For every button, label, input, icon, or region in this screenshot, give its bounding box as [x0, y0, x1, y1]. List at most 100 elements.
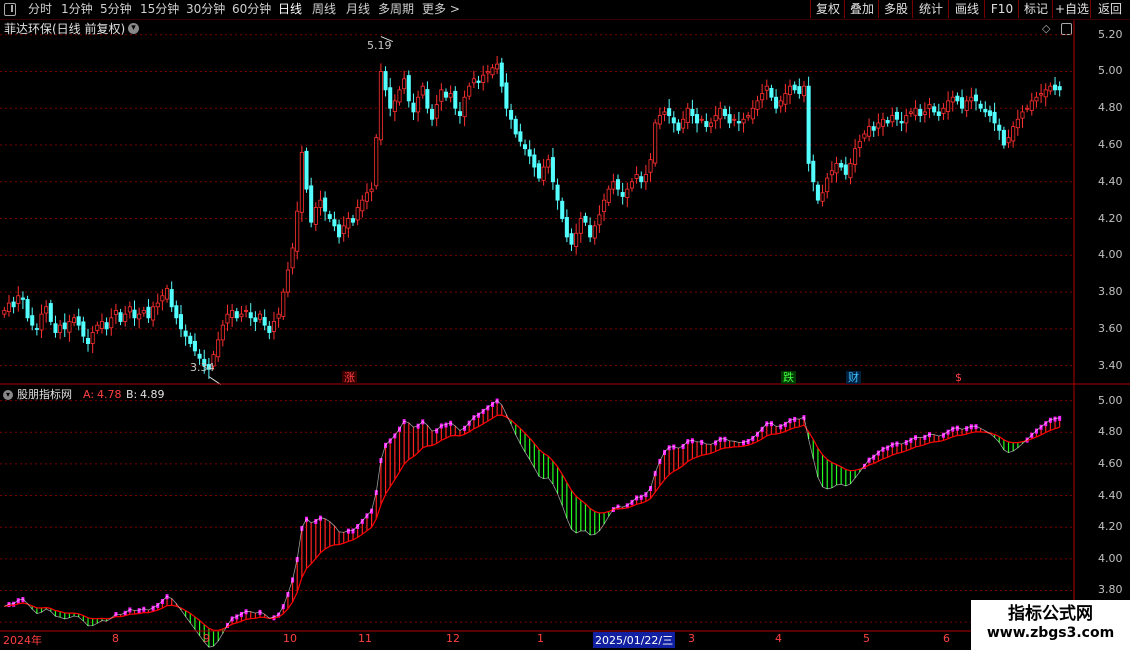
- candle-body: [48, 303, 53, 322]
- candle-body: [736, 121, 741, 124]
- candle-body: [388, 87, 393, 109]
- candle-body: [885, 119, 890, 124]
- x-label-11: 11: [358, 632, 372, 645]
- marker-dollar[interactable]: $: [953, 371, 964, 384]
- candle-body: [30, 315, 35, 326]
- candle-body: [848, 162, 853, 179]
- candle-body: [123, 313, 128, 322]
- candle-body: [230, 310, 235, 318]
- y-tick-label: 3.80: [1098, 285, 1123, 299]
- candle-body: [662, 111, 667, 115]
- candle-body: [555, 184, 560, 201]
- x-label-9: 9: [203, 632, 210, 645]
- candle-body: [257, 313, 263, 320]
- candle-body: [978, 103, 983, 109]
- candle-body: [732, 118, 737, 121]
- candle-body: [416, 96, 421, 113]
- candle-body: [309, 185, 314, 223]
- candle-body: [490, 67, 495, 76]
- candle-body: [713, 115, 718, 122]
- candle-body: [1034, 96, 1039, 102]
- crosshair-date-label: 2025/01/22/三: [593, 632, 676, 648]
- candle-body: [11, 301, 16, 308]
- candle-body: [862, 133, 867, 139]
- candle-body: [1039, 93, 1044, 96]
- candle-body: [165, 288, 170, 300]
- indicator-a-value: 4.78: [97, 388, 122, 401]
- candle-body: [225, 313, 230, 324]
- candle-body: [2, 310, 7, 315]
- candle-body: [16, 295, 21, 304]
- candle-body: [434, 104, 439, 119]
- candle-body: [932, 106, 937, 113]
- y-tick-label: 5.00: [1098, 64, 1123, 78]
- candle-body: [81, 321, 86, 337]
- candle-body: [722, 108, 727, 116]
- candle-body: [192, 340, 197, 352]
- candle-body: [899, 121, 904, 124]
- candle-body: [332, 219, 337, 227]
- candle-body: [160, 295, 165, 302]
- watermark: 指标公式网 www.zbgs3.com: [971, 600, 1130, 650]
- candle-body: [360, 199, 365, 212]
- candle-body: [987, 110, 992, 116]
- candle-body: [90, 332, 95, 344]
- candle-body: [453, 90, 458, 109]
- candle-body: [378, 71, 383, 141]
- candle-body: [318, 199, 323, 208]
- candle-body: [825, 177, 830, 193]
- candle-body: [946, 100, 951, 112]
- candle-body: [1048, 85, 1053, 92]
- chevron-down-icon[interactable]: ▾: [3, 390, 13, 400]
- candle-body: [327, 214, 332, 219]
- y-tick-label: 5.20: [1098, 27, 1123, 41]
- candle-body: [755, 100, 760, 110]
- candle-body: [504, 82, 509, 109]
- y-tick-label: 3.40: [1098, 358, 1123, 372]
- chart-canvas[interactable]: [0, 0, 1130, 650]
- candle-body: [239, 313, 244, 318]
- candlestick-series: [2, 36, 1062, 386]
- candle-body: [323, 197, 328, 212]
- candle-body: [304, 150, 309, 190]
- candle-body: [406, 75, 411, 102]
- candle-body: [955, 95, 960, 102]
- candle-body: [690, 108, 695, 116]
- marker-finance[interactable]: 财: [846, 371, 861, 384]
- marker-fall[interactable]: 跌: [781, 371, 796, 384]
- candle-body: [443, 91, 449, 98]
- candle-body: [806, 85, 811, 164]
- candle-body: [509, 110, 514, 120]
- candle-body: [155, 302, 160, 308]
- candle-body: [44, 306, 49, 314]
- x-label-1: 1: [537, 632, 544, 645]
- candle-body: [95, 324, 100, 331]
- candle-body: [25, 299, 30, 319]
- candle-body: [313, 207, 318, 225]
- marker-rise[interactable]: 涨: [342, 371, 357, 384]
- candle-body: [374, 137, 379, 187]
- candle-body: [685, 107, 690, 123]
- candle-body: [839, 162, 844, 168]
- candle-body: [127, 306, 132, 313]
- candle-body: [183, 330, 188, 337]
- candle-body: [76, 316, 81, 326]
- candle-body: [290, 247, 295, 269]
- x-label-4: 4: [775, 632, 782, 645]
- candle-body: [72, 317, 77, 323]
- grid-lines: [0, 34, 1074, 623]
- candle-body: [397, 89, 402, 103]
- candle-body: [276, 313, 281, 319]
- candle-body: [615, 179, 621, 190]
- y-tick-label: 4.20: [1098, 211, 1123, 225]
- candle-body: [922, 111, 927, 115]
- indicator-a-label: A:: [83, 388, 95, 401]
- candle-body: [787, 85, 793, 96]
- candle-body: [1057, 86, 1062, 91]
- candle-body: [853, 148, 858, 165]
- candle-body: [364, 192, 369, 202]
- candle-body: [151, 306, 156, 321]
- candle-body: [602, 199, 607, 212]
- candle-body: [141, 310, 146, 314]
- candle-body: [867, 126, 872, 137]
